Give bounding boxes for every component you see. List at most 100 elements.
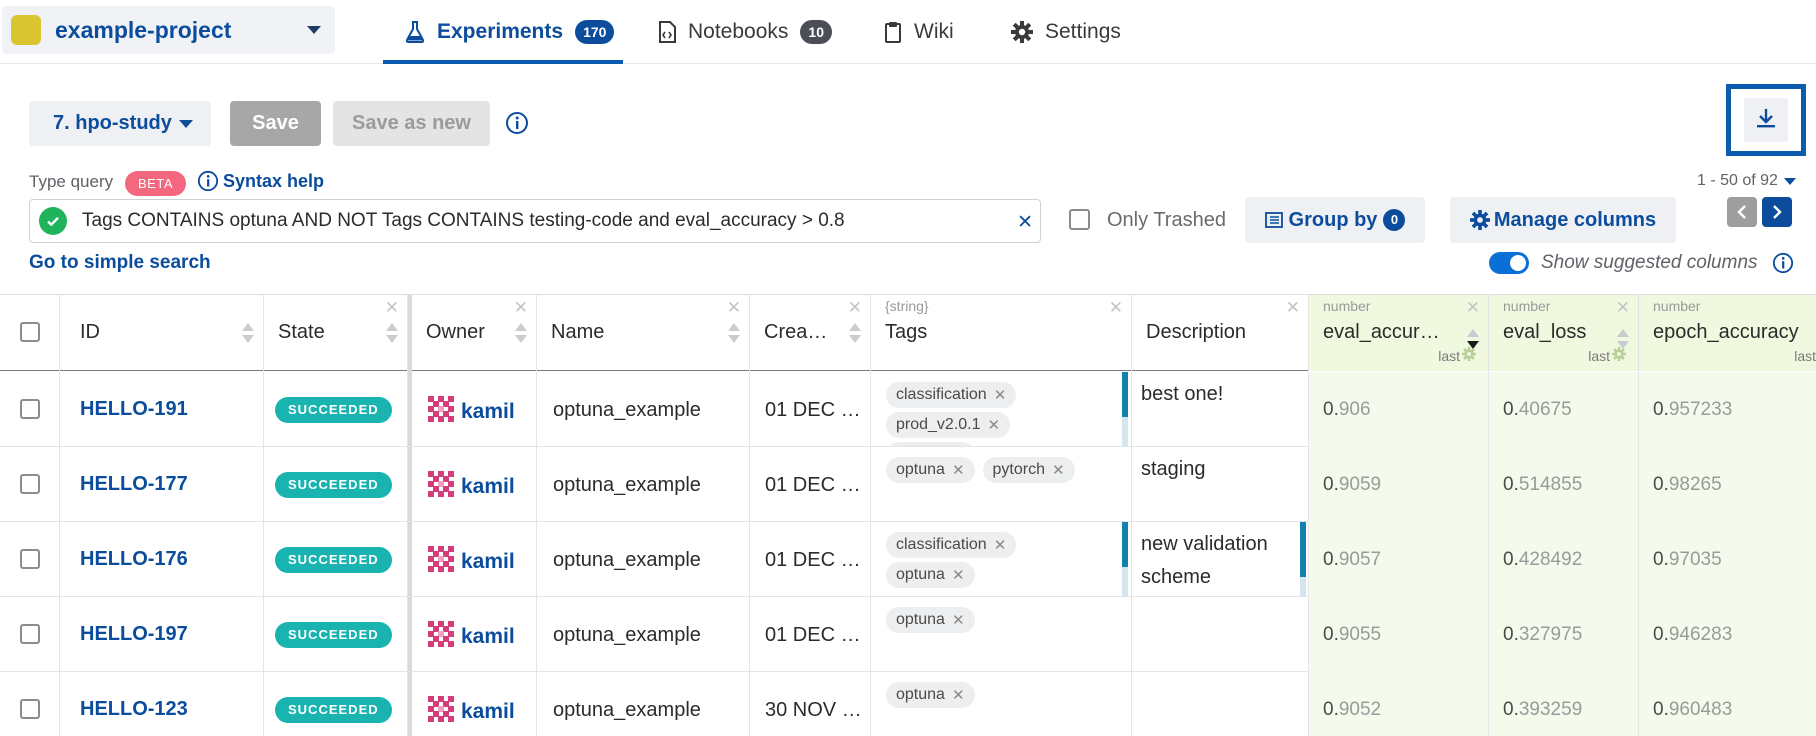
description-cell[interactable] bbox=[1132, 597, 1309, 672]
previous-page-button[interactable] bbox=[1727, 197, 1757, 227]
column-header-state[interactable]: State ✕ bbox=[264, 295, 408, 371]
manage-columns-button[interactable]: Manage columns bbox=[1450, 197, 1676, 243]
tab-wiki[interactable]: Wiki bbox=[884, 0, 954, 64]
column-header-eval-accuracy[interactable]: number eval_accur… ✕ last bbox=[1309, 295, 1489, 371]
column-header-name[interactable]: Name ✕ bbox=[537, 295, 750, 371]
column-header-epoch-accuracy[interactable]: number epoch_accuracy last bbox=[1639, 295, 1816, 371]
experiment-id-link[interactable]: HELLO-197 bbox=[80, 623, 188, 646]
remove-column-icon[interactable]: ✕ bbox=[514, 298, 528, 318]
experiment-id-link[interactable]: HELLO-191 bbox=[80, 398, 188, 421]
tags-scrollbar[interactable] bbox=[1122, 522, 1128, 597]
column-header-created[interactable]: Crea… ✕ bbox=[750, 295, 871, 371]
table-row[interactable]: HELLO-177 SUCCEEDED kamil optuna_example… bbox=[0, 447, 1816, 522]
owner-link[interactable]: kamil bbox=[428, 696, 515, 728]
tag-chip[interactable]: classification ✕ bbox=[886, 532, 1017, 558]
remove-column-icon[interactable]: ✕ bbox=[848, 298, 862, 318]
sort-icon[interactable] bbox=[728, 323, 740, 345]
table-row[interactable]: HELLO-123 SUCCEEDED kamil optuna_example… bbox=[0, 672, 1816, 736]
created-date: 01 DEC … bbox=[765, 624, 861, 646]
tags-scrollbar[interactable] bbox=[1122, 372, 1128, 447]
tab-notebooks[interactable]: Notebooks 10 bbox=[658, 0, 832, 64]
tag-chip[interactable]: optuna✕ bbox=[886, 607, 975, 633]
info-icon[interactable] bbox=[1772, 252, 1794, 279]
remove-column-icon[interactable]: ✕ bbox=[1466, 298, 1480, 318]
group-by-button[interactable]: Group by 0 bbox=[1245, 197, 1425, 243]
description-scrollbar[interactable] bbox=[1300, 522, 1306, 597]
row-checkbox[interactable] bbox=[20, 399, 40, 419]
remove-tag-icon[interactable]: ✕ bbox=[952, 611, 965, 629]
table-row[interactable]: HELLO-191 SUCCEEDED kamil optuna_example… bbox=[0, 372, 1816, 447]
saved-view-selector[interactable]: 7. hpo-study bbox=[29, 101, 211, 146]
remove-column-icon[interactable]: ✕ bbox=[1616, 298, 1630, 318]
remove-tag-icon[interactable]: ✕ bbox=[1052, 461, 1065, 479]
tab-wiki-label: Wiki bbox=[914, 20, 954, 43]
query-input[interactable]: Tags CONTAINS optuna AND NOT Tags CONTAI… bbox=[29, 199, 1041, 243]
column-header-description[interactable]: Description ✕ bbox=[1132, 295, 1309, 371]
info-icon[interactable] bbox=[505, 111, 529, 140]
tag-chip[interactable]: pytorch ✕ bbox=[982, 457, 1075, 483]
owner-link[interactable]: kamil bbox=[428, 396, 515, 428]
column-header-eval-loss[interactable]: number eval_loss ✕ last bbox=[1489, 295, 1639, 371]
tag-chip[interactable]: prod_v2.0.1 ✕ bbox=[886, 412, 1011, 438]
remove-column-icon[interactable]: ✕ bbox=[385, 298, 399, 318]
experiment-id-link[interactable]: HELLO-176 bbox=[80, 548, 188, 571]
owner-link[interactable]: kamil bbox=[428, 621, 515, 653]
save-button[interactable]: Save bbox=[230, 101, 321, 146]
tag-chip[interactable]: classification ✕ bbox=[886, 382, 1017, 408]
save-as-new-button[interactable]: Save as new bbox=[333, 101, 490, 146]
syntax-help-link[interactable]: Syntax help bbox=[197, 170, 324, 192]
owner-link[interactable]: kamil bbox=[428, 471, 515, 503]
show-suggested-columns-toggle[interactable] bbox=[1489, 252, 1529, 274]
remove-tag-icon[interactable]: ✕ bbox=[952, 686, 965, 704]
remove-tag-icon[interactable]: ✕ bbox=[988, 416, 1001, 434]
column-header-id[interactable]: ID bbox=[60, 295, 264, 371]
owner-link[interactable]: kamil bbox=[428, 546, 515, 578]
description-text: best one! bbox=[1141, 383, 1224, 405]
remove-column-icon[interactable]: ✕ bbox=[1286, 298, 1300, 318]
pagination-range-label: 1 - 50 of 92 bbox=[1697, 172, 1778, 189]
project-selector[interactable]: example-project bbox=[2, 6, 335, 54]
experiment-id-link[interactable]: HELLO-177 bbox=[80, 473, 188, 496]
row-checkbox[interactable] bbox=[20, 699, 40, 719]
remove-column-icon[interactable]: ✕ bbox=[727, 298, 741, 318]
only-trashed-checkbox[interactable] bbox=[1069, 209, 1090, 230]
tag-chip[interactable]: optuna✕ bbox=[886, 562, 975, 588]
tab-settings[interactable]: Settings bbox=[1011, 0, 1121, 64]
download-button[interactable] bbox=[1744, 98, 1788, 142]
pagination-range[interactable]: 1 - 50 of 92 bbox=[1697, 172, 1796, 190]
table-row[interactable]: HELLO-176 SUCCEEDED kamil optuna_example… bbox=[0, 522, 1816, 597]
tab-experiments[interactable]: Experiments 170 bbox=[405, 0, 615, 64]
column-label: eval_loss bbox=[1503, 321, 1587, 343]
row-checkbox[interactable] bbox=[20, 624, 40, 644]
select-all-checkbox[interactable] bbox=[20, 322, 40, 342]
simple-search-link[interactable]: Go to simple search bbox=[29, 252, 211, 274]
gear-icon bbox=[1011, 21, 1033, 43]
experiments-table: ID State ✕ Owner ✕ Name ✕ Crea… ✕ {strin… bbox=[0, 294, 1816, 736]
tag-chip[interactable]: optuna✕ bbox=[886, 682, 975, 708]
remove-tag-icon[interactable]: ✕ bbox=[952, 461, 965, 479]
tag-chip[interactable]: optuna✕ bbox=[886, 442, 975, 446]
next-page-button[interactable] bbox=[1762, 197, 1792, 227]
remove-tag-icon[interactable]: ✕ bbox=[994, 386, 1007, 404]
remove-tag-icon[interactable]: ✕ bbox=[952, 566, 965, 584]
column-header-owner[interactable]: Owner ✕ bbox=[412, 295, 537, 371]
remove-tag-icon[interactable]: ✕ bbox=[994, 536, 1007, 554]
sort-icon[interactable] bbox=[849, 323, 861, 345]
experiment-id-link[interactable]: HELLO-123 bbox=[80, 698, 188, 721]
table-row[interactable]: HELLO-197 SUCCEEDED kamil optuna_example… bbox=[0, 597, 1816, 672]
header-select-cell bbox=[0, 295, 60, 371]
clear-query-icon[interactable]: ✕ bbox=[1017, 211, 1033, 234]
epoch-accuracy-value: 0.960483 bbox=[1653, 699, 1733, 720]
column-header-tags[interactable]: {string} Tags ✕ bbox=[871, 295, 1132, 371]
avatar bbox=[428, 696, 461, 728]
remove-column-icon[interactable]: ✕ bbox=[1109, 298, 1123, 318]
gear-icon[interactable] bbox=[1612, 347, 1626, 366]
row-checkbox[interactable] bbox=[20, 474, 40, 494]
description-cell[interactable] bbox=[1132, 672, 1309, 736]
gear-icon[interactable] bbox=[1462, 347, 1476, 366]
sort-icon[interactable] bbox=[515, 323, 527, 345]
sort-icon[interactable] bbox=[242, 323, 254, 345]
sort-icon[interactable] bbox=[386, 323, 398, 345]
row-checkbox[interactable] bbox=[20, 549, 40, 569]
tag-chip[interactable]: optuna✕ bbox=[886, 457, 975, 483]
